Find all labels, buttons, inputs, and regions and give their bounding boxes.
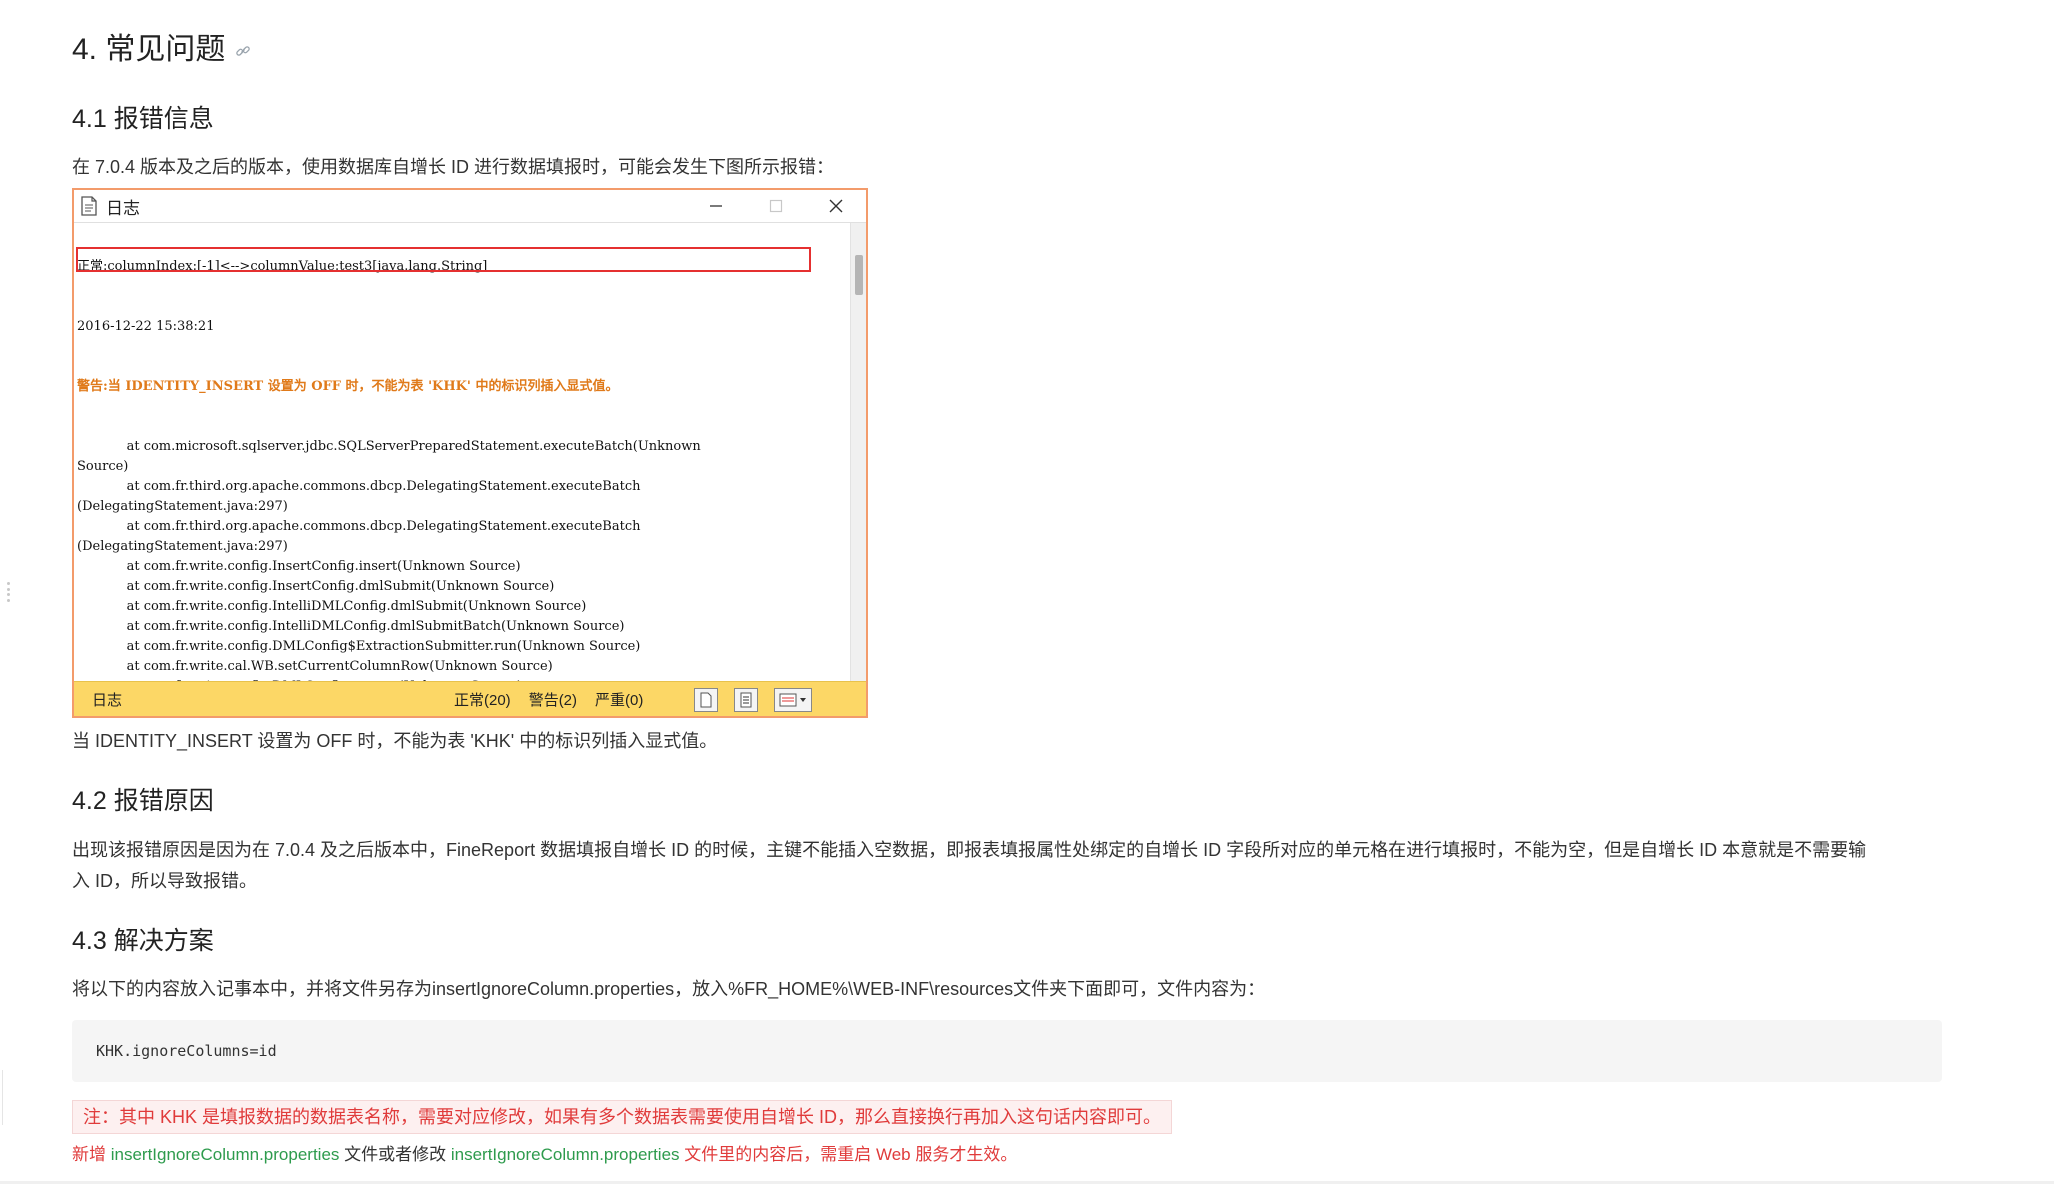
log-window-screenshot: 日志 正常:columnIndex:[-1]<-->columnValue:te… [72, 188, 868, 718]
heading-4-3: 4.3 解决方案 [72, 927, 214, 955]
log-line: at com.fr.write.config.InsertConfig.dmlS… [77, 579, 555, 594]
maximize-icon[interactable] [746, 190, 806, 223]
log-line: at com.microsoft.sqlserver.jdbc.SQLServe… [77, 439, 701, 454]
left-divider [2, 1070, 3, 1125]
status-warning-count[interactable]: 警告(2) [529, 689, 577, 710]
blank-page-icon[interactable] [694, 688, 718, 712]
log-timestamp: 2016-12-22 15:38:21 [77, 319, 215, 334]
status-label: 日志 [92, 691, 123, 709]
restart-note: 新增 insertIgnoreColumn.properties 文件或者修改 … [72, 1141, 1017, 1169]
log-line: (DelegatingStatement.java:297) [77, 539, 288, 554]
section-title-text: 4. 常见问题 [72, 33, 226, 66]
log-scrollbar[interactable] [850, 223, 866, 681]
error-caption: 当 IDENTITY_INSERT 设置为 OFF 时，不能为表 'KHK' 中… [72, 731, 718, 751]
log-statusbar: 日志 正常(20) 警告(2) 严重(0) [74, 681, 866, 716]
log-window-titlebar: 日志 [74, 190, 866, 223]
code-text: KHK.ignoreColumns=id [96, 1042, 277, 1060]
list-dropdown-icon[interactable] [774, 688, 812, 712]
log-line: at com.fr.third.org.apache.commons.dbcp.… [77, 519, 641, 534]
drag-handle-icon[interactable] [7, 582, 11, 602]
intro-4-1: 在 7.0.4 版本及之后的版本，使用数据库自增长 ID 进行数据填报时，可能会… [72, 157, 835, 177]
filename-1: insertIgnoreColumn.properties [110, 1145, 340, 1164]
minimize-icon[interactable] [686, 190, 746, 223]
restart-note-part-3: 文件里的内容后，需重启 Web 服务才生效。 [679, 1145, 1018, 1164]
note-warning: 注：其中 KHK 是填报数据的数据表名称，需要对应修改，如果有多个数据表需要使用… [72, 1100, 1173, 1134]
heading-4-2: 4.2 报错原因 [72, 787, 214, 815]
log-line: Source) [77, 459, 129, 474]
log-line: (DelegatingStatement.java:297) [77, 499, 288, 514]
warning-highlight-box [76, 247, 811, 272]
text-page-icon[interactable] [734, 688, 758, 712]
scrollbar-thumb[interactable] [855, 255, 863, 295]
heading-4-1: 4.1 报错信息 [72, 105, 214, 133]
solution-intro: 将以下的内容放入记事本中，并将文件另存为insertIgnoreColumn.p… [72, 979, 1266, 999]
document-icon [81, 196, 97, 216]
reason-line-1: 出现该报错原因是因为在 7.0.4 及之后版本中，FineReport 数据填报… [72, 840, 1867, 860]
log-line: at com.fr.write.config.DMLConfig$Extract… [77, 639, 641, 654]
link-icon[interactable] [235, 43, 251, 59]
log-line: at com.fr.write.cal.WB.setCurrentColumnR… [77, 659, 553, 674]
log-window-body: 正常:columnIndex:[-1]<-->columnValue:test3… [74, 223, 866, 681]
bottom-divider [0, 1181, 2054, 1184]
log-line: at com.fr.write.config.InsertConfig.inse… [77, 559, 521, 574]
log-stack-trace: at com.microsoft.sqlserver.jdbc.SQLServe… [77, 437, 847, 681]
log-warning-line: 警告:当 IDENTITY_INSERT 设置为 OFF 时，不能为表 'KHK… [77, 379, 619, 394]
status-severe-count[interactable]: 严重(0) [595, 689, 643, 710]
log-line: at com.fr.write.config.IntelliDMLConfig.… [77, 599, 587, 614]
close-icon[interactable] [806, 190, 866, 223]
filename-2: insertIgnoreColumn.properties [450, 1145, 680, 1164]
log-text: 正常:columnIndex:[-1]<-->columnValue:test3… [77, 223, 847, 681]
log-line: at com.fr.write.config.IntelliDMLConfig.… [77, 619, 625, 634]
code-block[interactable]: KHK.ignoreColumns=id [72, 1020, 1942, 1082]
log-window-title: 日志 [106, 198, 140, 218]
restart-note-part-2: 文件或者修改 [339, 1145, 451, 1164]
status-normal-count[interactable]: 正常(20) [454, 689, 511, 710]
section-title: 4. 常见问题 [72, 28, 251, 72]
log-line: at com.fr.third.org.apache.commons.dbcp.… [77, 479, 641, 494]
reason-line-2: 入 ID，所以导致报错。 [72, 871, 258, 891]
restart-note-part-1: 新增 [72, 1145, 111, 1164]
